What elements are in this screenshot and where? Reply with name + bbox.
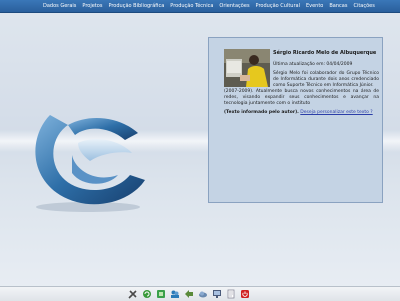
profile-panel: Sérgio Ricardo Melo de Albuquerque Últim… bbox=[208, 37, 383, 203]
profile-bio-continued: (2007-2009). Atualmente busca novos conh… bbox=[224, 89, 379, 106]
profile-photo bbox=[224, 49, 270, 87]
monitor-icon[interactable] bbox=[212, 289, 222, 299]
nav-menu: Dados Gerais Projetos Produção Bibliográ… bbox=[40, 1, 378, 11]
taskbar bbox=[0, 286, 400, 301]
document-icon[interactable] bbox=[226, 289, 236, 299]
nav-item-producao-bibliografica[interactable]: Produção Bibliográfica bbox=[105, 1, 167, 11]
nav-item-projetos[interactable]: Projetos bbox=[79, 1, 105, 11]
personalize-text-link[interactable]: Deseja personalizar este texto ? bbox=[300, 110, 372, 115]
tools-icon[interactable] bbox=[128, 289, 138, 299]
users-icon[interactable] bbox=[170, 289, 180, 299]
top-navigation-bar: Dados Gerais Projetos Produção Bibliográ… bbox=[0, 0, 400, 13]
nav-item-citacoes[interactable]: Citações bbox=[350, 1, 377, 11]
power-icon[interactable] bbox=[240, 289, 250, 299]
nav-item-bancas[interactable]: Bancas bbox=[326, 1, 350, 11]
cloud-icon[interactable] bbox=[198, 289, 208, 299]
nav-item-producao-cultural[interactable]: Produção Cultural bbox=[253, 1, 303, 11]
brand-logo-icon bbox=[35, 115, 145, 212]
author-note-line: (Texto informado pelo autor). Deseja per… bbox=[224, 110, 382, 116]
last-update-text: Última atualização em: 04/04/2009 bbox=[273, 62, 353, 67]
profile-name: Sérgio Ricardo Melo de Albuquerque bbox=[273, 50, 377, 56]
taskbar-icons bbox=[128, 289, 250, 299]
back-icon[interactable] bbox=[184, 289, 194, 299]
nav-item-orientacoes[interactable]: Orientações bbox=[216, 1, 252, 11]
nav-item-dados-gerais[interactable]: Dados Gerais bbox=[40, 1, 79, 11]
refresh-icon[interactable] bbox=[142, 289, 152, 299]
author-note: (Texto informado pelo autor). bbox=[224, 110, 299, 115]
nav-item-producao-tecnica[interactable]: Produção Técnica bbox=[167, 1, 216, 11]
network-icon[interactable] bbox=[156, 289, 166, 299]
nav-item-evento[interactable]: Evento bbox=[303, 1, 326, 11]
profile-bio: Sérgio Melo foi colaborador do Grupo Téc… bbox=[273, 71, 379, 88]
